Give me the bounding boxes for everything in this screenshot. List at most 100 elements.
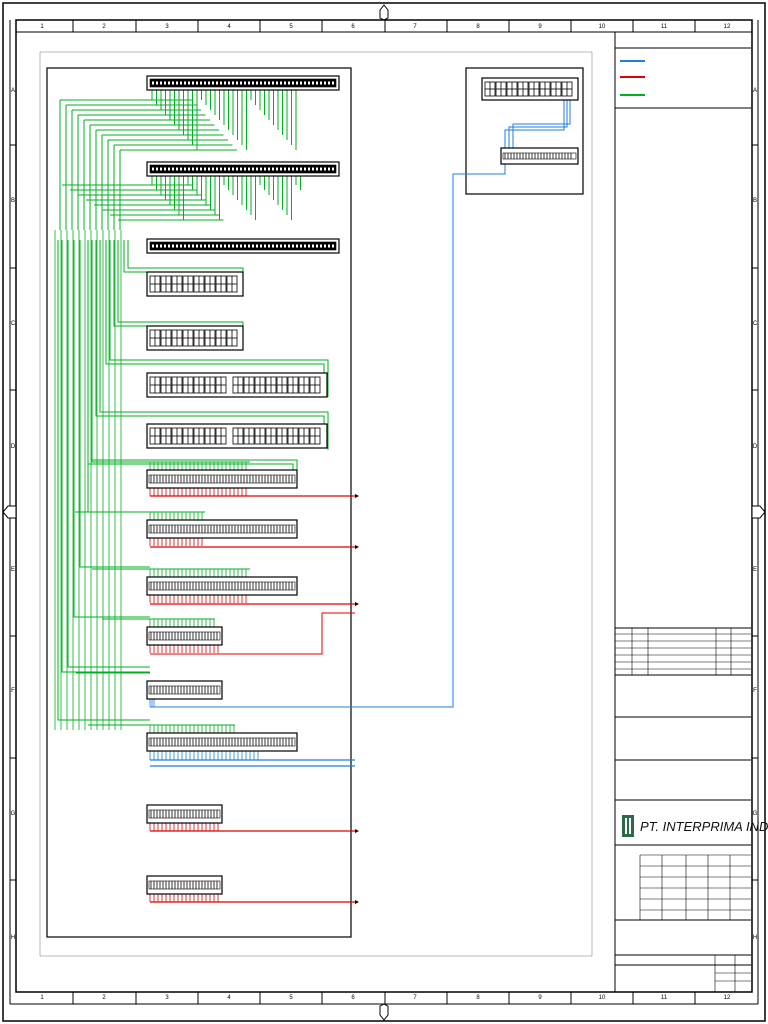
port — [164, 81, 166, 85]
port — [168, 81, 170, 85]
port — [212, 167, 214, 171]
port — [232, 167, 234, 171]
port — [280, 81, 282, 85]
port — [312, 244, 314, 248]
drawing-area — [39, 51, 593, 957]
port — [164, 167, 166, 171]
column-label: 6 — [351, 24, 355, 30]
port — [152, 167, 154, 171]
port — [156, 81, 158, 85]
port — [304, 244, 306, 248]
column-label: 12 — [724, 995, 731, 1001]
port — [312, 81, 314, 85]
arrow-head — [355, 900, 359, 904]
row-label: G — [753, 811, 758, 817]
company-logo — [622, 815, 634, 837]
port — [248, 167, 250, 171]
row-label: F — [11, 688, 15, 694]
port — [184, 244, 186, 248]
port — [220, 244, 222, 248]
column-label: 10 — [599, 24, 606, 30]
port — [220, 167, 222, 171]
row-label: D — [753, 444, 758, 450]
port — [296, 81, 298, 85]
port — [276, 244, 278, 248]
port — [228, 244, 230, 248]
port — [296, 244, 298, 248]
row-label: C — [11, 321, 16, 327]
column-label: 5 — [289, 24, 293, 30]
port — [164, 244, 166, 248]
port — [324, 81, 326, 85]
port — [272, 81, 274, 85]
rack-equipment — [146, 75, 579, 895]
column-label: 11 — [661, 24, 668, 30]
port — [180, 244, 182, 248]
port — [152, 244, 154, 248]
port — [232, 244, 234, 248]
port — [288, 244, 290, 248]
port — [272, 167, 274, 171]
column-label: 10 — [599, 995, 606, 1001]
port — [276, 167, 278, 171]
port — [156, 244, 158, 248]
port — [212, 81, 214, 85]
column-label: 5 — [289, 995, 293, 1001]
port — [328, 167, 330, 171]
port — [280, 244, 282, 248]
column-label: 11 — [661, 995, 668, 1001]
column-label: 12 — [724, 24, 731, 30]
column-label: 9 — [538, 995, 542, 1001]
port — [200, 167, 202, 171]
port — [324, 244, 326, 248]
port — [204, 167, 206, 171]
port — [272, 244, 274, 248]
port — [304, 81, 306, 85]
port — [216, 244, 218, 248]
column-label: 2 — [102, 995, 106, 1001]
port — [256, 81, 258, 85]
port — [240, 244, 242, 248]
port — [320, 167, 322, 171]
port — [228, 167, 230, 171]
row-label: G — [11, 811, 16, 817]
port — [296, 167, 298, 171]
port-strip — [148, 524, 296, 534]
port — [180, 81, 182, 85]
blue-cable — [504, 96, 565, 150]
port — [264, 244, 266, 248]
arrow-head — [355, 602, 359, 606]
port — [288, 167, 290, 171]
arrow-head — [355, 494, 359, 498]
arrow-head — [355, 545, 359, 549]
port — [260, 167, 262, 171]
column-label: 9 — [538, 24, 542, 30]
port — [196, 167, 198, 171]
port — [316, 244, 318, 248]
port — [228, 81, 230, 85]
blue-cable — [508, 96, 568, 150]
arrow-head — [355, 829, 359, 833]
port — [328, 244, 330, 248]
row-label: A — [753, 88, 757, 94]
port — [184, 167, 186, 171]
port — [268, 244, 270, 248]
inner-border — [15, 19, 753, 993]
port — [188, 244, 190, 248]
port — [300, 167, 302, 171]
port — [160, 244, 162, 248]
port — [192, 244, 194, 248]
port — [308, 167, 310, 171]
port — [248, 244, 250, 248]
column-label: 3 — [165, 995, 169, 1001]
row-label: B — [753, 198, 757, 204]
port — [312, 167, 314, 171]
port — [276, 81, 278, 85]
port-strip — [148, 581, 296, 591]
port — [240, 167, 242, 171]
port — [208, 167, 210, 171]
port — [280, 167, 282, 171]
green-cable — [105, 240, 325, 393]
port — [252, 81, 254, 85]
port — [160, 81, 162, 85]
